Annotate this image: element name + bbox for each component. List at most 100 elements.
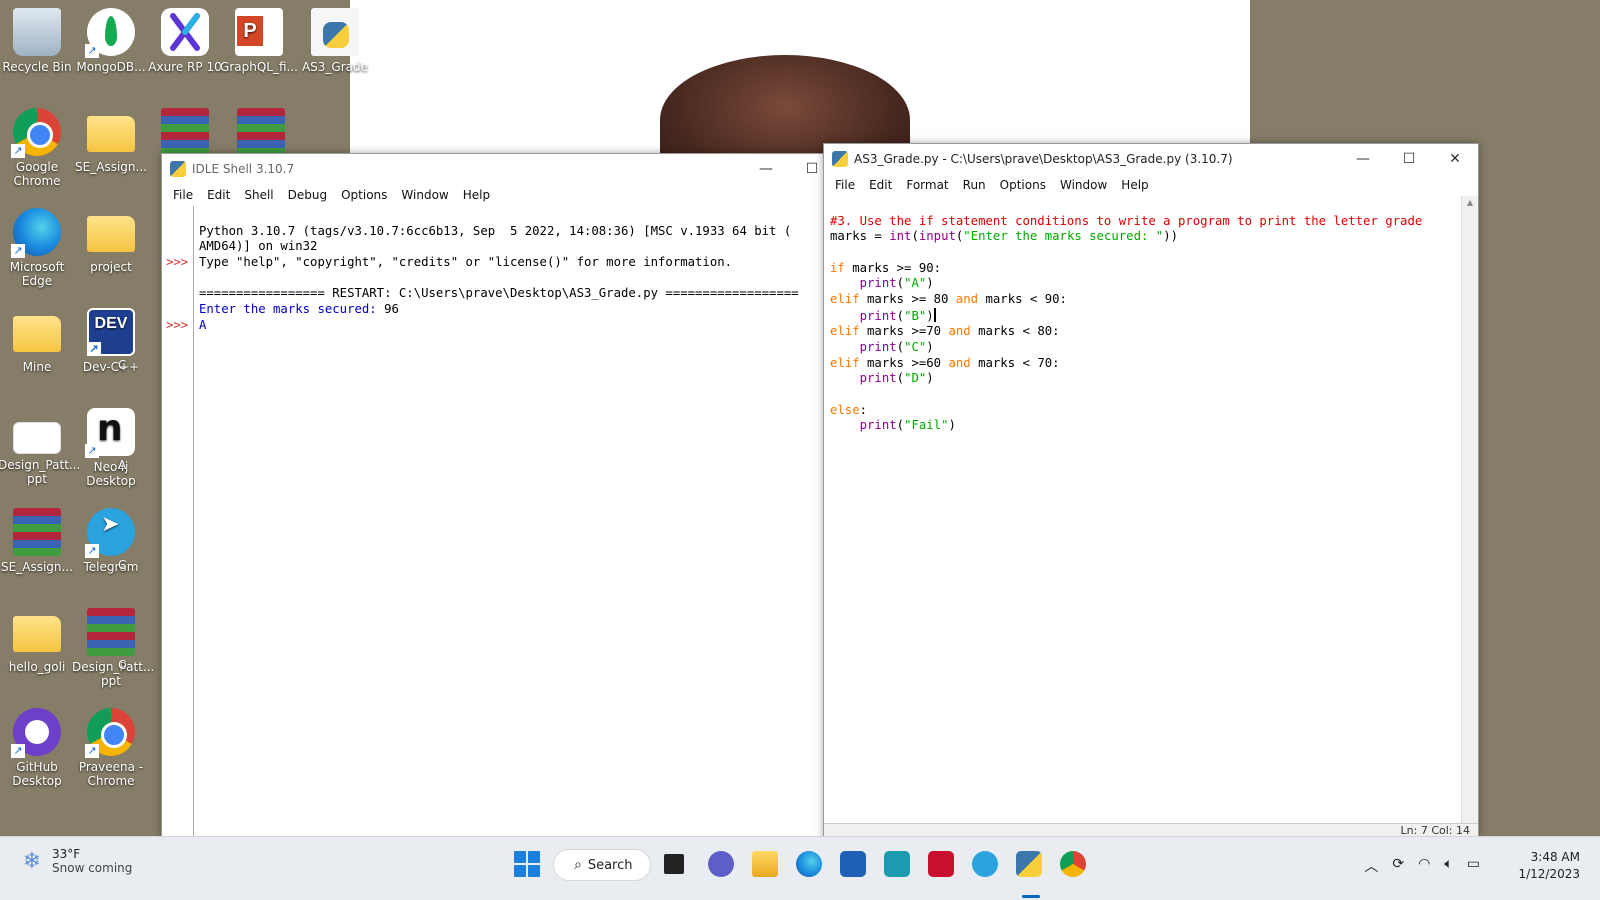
- desktop-icon-as3-grade[interactable]: AS3_Grade: [296, 8, 374, 74]
- volume-icon[interactable]: 🔈︎: [1444, 856, 1452, 876]
- desktop-icon-neo4j[interactable]: ↗ Neo4j Desktop: [72, 408, 150, 488]
- code-line: print("D"): [859, 371, 934, 386]
- code-line: print("C"): [859, 339, 934, 354]
- app-icon[interactable]: [884, 851, 910, 877]
- shortcut-arrow-icon: ↗: [11, 744, 25, 758]
- menu-help[interactable]: Help: [456, 188, 497, 202]
- menu-edit[interactable]: Edit: [862, 178, 899, 192]
- desktop-icon-label: SE_Assign...: [1, 560, 73, 574]
- winrar-archive-icon: [13, 508, 61, 556]
- menu-file[interactable]: File: [828, 178, 862, 192]
- shell-prompt: >>>: [166, 318, 189, 332]
- code-line: print("A"): [859, 276, 934, 291]
- presentation-file-icon: [13, 422, 61, 454]
- shell-line-blank: [199, 271, 835, 287]
- desktop-icon-label: GitHub Desktop: [12, 760, 62, 788]
- shell-input-prompt: Enter the marks secured:: [199, 301, 385, 316]
- taskbar-search-button[interactable]: ⌕ Search: [553, 849, 651, 881]
- menu-shell[interactable]: Shell: [237, 188, 280, 202]
- desktop-icon-recycle-bin[interactable]: Recycle Bin: [0, 8, 76, 74]
- editor-status-bar: Ln: 7 Col: 14: [824, 823, 1478, 837]
- menu-window[interactable]: Window: [1053, 178, 1114, 192]
- desktop-icon-mongodb[interactable]: ↗ MongoDB...: [72, 8, 150, 74]
- desktop-icon-label: Axure RP 10: [148, 60, 222, 74]
- sync-icon[interactable]: ⟳: [1392, 856, 1404, 876]
- desktop-icon-label: Design_Patt... ppt: [72, 660, 155, 688]
- desktop-icon-design-patt-rar[interactable]: Design_Patt... ppt: [72, 608, 155, 688]
- telegram-icon: ↗: [85, 508, 135, 558]
- desktop-icon-hello-goli[interactable]: hello_goli: [0, 608, 76, 674]
- python-file-icon: [311, 8, 359, 56]
- task-view-icon[interactable]: [664, 854, 684, 874]
- editor-window-title: AS3_Grade.py - C:\Users\prave\Desktop\AS…: [854, 152, 1233, 166]
- chrome-icon: ↗: [11, 108, 61, 158]
- github-icon: ↗: [11, 708, 61, 758]
- desktop-icon-label: AS3_Grade: [301, 60, 369, 74]
- teams-chat-icon[interactable]: [708, 851, 734, 877]
- desktop-icon-dev-cpp[interactable]: DEV ↗ Dev-C++: [72, 308, 150, 374]
- scroll-up-icon[interactable]: ▲: [1462, 196, 1478, 210]
- mongodb-icon: ↗: [85, 8, 135, 58]
- desktop-icon-microsoft-edge[interactable]: ↗ Microsoft Edge: [0, 208, 76, 288]
- menu-debug[interactable]: Debug: [281, 188, 334, 202]
- vertical-scrollbar[interactable]: ▲: [1461, 196, 1478, 823]
- idle-shell-window[interactable]: IDLE Shell 3.10.7 — ☐ File Edit Shell De…: [161, 153, 836, 843]
- code-line: elif marks >= 80 and marks < 90:: [830, 291, 1067, 306]
- powerpoint-file-icon: [235, 8, 283, 56]
- menu-file[interactable]: File: [166, 188, 200, 202]
- dev-cpp-icon: DEV ↗: [87, 308, 135, 356]
- chrome-icon[interactable]: [1060, 851, 1086, 877]
- close-button[interactable]: ✕: [1432, 144, 1478, 174]
- edge-icon[interactable]: [796, 851, 822, 877]
- menu-edit[interactable]: Edit: [200, 188, 237, 202]
- desktop-icon-mine[interactable]: Mine: [0, 308, 76, 374]
- get-help-icon[interactable]: [972, 851, 998, 877]
- menu-window[interactable]: Window: [394, 188, 455, 202]
- shell-body: >>> >>> Python 3.10.7 (tags/v3.10.7:6cc6…: [162, 206, 835, 842]
- desktop-icon-praveena-chrome[interactable]: ↗ Praveena - Chrome: [72, 708, 150, 788]
- desktop-icon-label: hello_goli: [8, 660, 66, 674]
- microsoft-store-icon[interactable]: [840, 851, 866, 877]
- desktop-icon-se-assign-rar[interactable]: SE_Assign...: [0, 508, 76, 574]
- maximize-button[interactable]: ☐: [1386, 144, 1432, 174]
- taskbar-clock[interactable]: 3:48 AM 1/12/2023: [1518, 849, 1580, 883]
- desktop-icon-project[interactable]: project: [72, 208, 150, 274]
- menu-help[interactable]: Help: [1114, 178, 1155, 192]
- menu-options[interactable]: Options: [334, 188, 394, 202]
- desktop-icon-google-chrome[interactable]: ↗ Google Chrome: [0, 108, 76, 188]
- python-idle-icon: [170, 161, 186, 177]
- start-button[interactable]: [514, 851, 540, 877]
- mcafee-icon[interactable]: [928, 851, 954, 877]
- menu-format[interactable]: Format: [899, 178, 955, 192]
- menu-run[interactable]: Run: [956, 178, 993, 192]
- menu-options[interactable]: Options: [993, 178, 1053, 192]
- desktop-icon-label: SE_Assign...: [75, 160, 147, 174]
- taskbar: ❄ 33°F Snow coming ⌕ Search ︿ ⟳ ◠ 🔈︎ ▭ 3…: [0, 836, 1600, 900]
- wifi-icon[interactable]: ◠: [1418, 856, 1430, 876]
- python-idle-taskbar-icon[interactable]: [1016, 851, 1042, 877]
- desktop-icon-github-desktop[interactable]: ↗ GitHub Desktop: [0, 708, 76, 788]
- file-explorer-icon[interactable]: [752, 851, 778, 877]
- minimize-button[interactable]: —: [743, 154, 789, 184]
- axure-icon: [161, 8, 209, 56]
- editor-titlebar[interactable]: AS3_Grade.py - C:\Users\prave\Desktop\AS…: [824, 144, 1478, 174]
- recycle-bin-icon: [13, 8, 61, 56]
- minimize-button[interactable]: —: [1340, 144, 1386, 174]
- weather-temperature: 33°F: [52, 847, 81, 861]
- editor-window[interactable]: AS3_Grade.py - C:\Users\prave\Desktop\AS…: [823, 143, 1479, 838]
- weather-widget[interactable]: ❄ 33°F Snow coming: [20, 847, 133, 875]
- weather-description: Snow coming: [52, 861, 133, 875]
- battery-icon[interactable]: ▭: [1467, 856, 1480, 876]
- desktop-icon-graphql-file[interactable]: GraphQL_fi...: [220, 8, 298, 74]
- desktop-icon-se-assign-folder[interactable]: SE_Assign...: [72, 108, 150, 174]
- desktop-icon-telegram[interactable]: ↗ Telegram: [72, 508, 150, 574]
- chevron-up-icon[interactable]: ︿: [1364, 856, 1378, 876]
- desktop-icon-design-patt-ppt[interactable]: Design_Patt... ppt: [0, 408, 80, 486]
- desktop-icon-label-cut: C: [118, 558, 127, 572]
- desktop-icon-axure[interactable]: Axure RP 10: [146, 8, 224, 74]
- code-line: elif marks >=70 and marks < 80:: [830, 324, 1060, 339]
- code-editor[interactable]: #3. Use the if statement conditions to w…: [830, 196, 1460, 823]
- shell-output[interactable]: Python 3.10.7 (tags/v3.10.7:6cc6b13, Sep…: [199, 206, 835, 842]
- shell-titlebar[interactable]: IDLE Shell 3.10.7 — ☐: [162, 154, 835, 184]
